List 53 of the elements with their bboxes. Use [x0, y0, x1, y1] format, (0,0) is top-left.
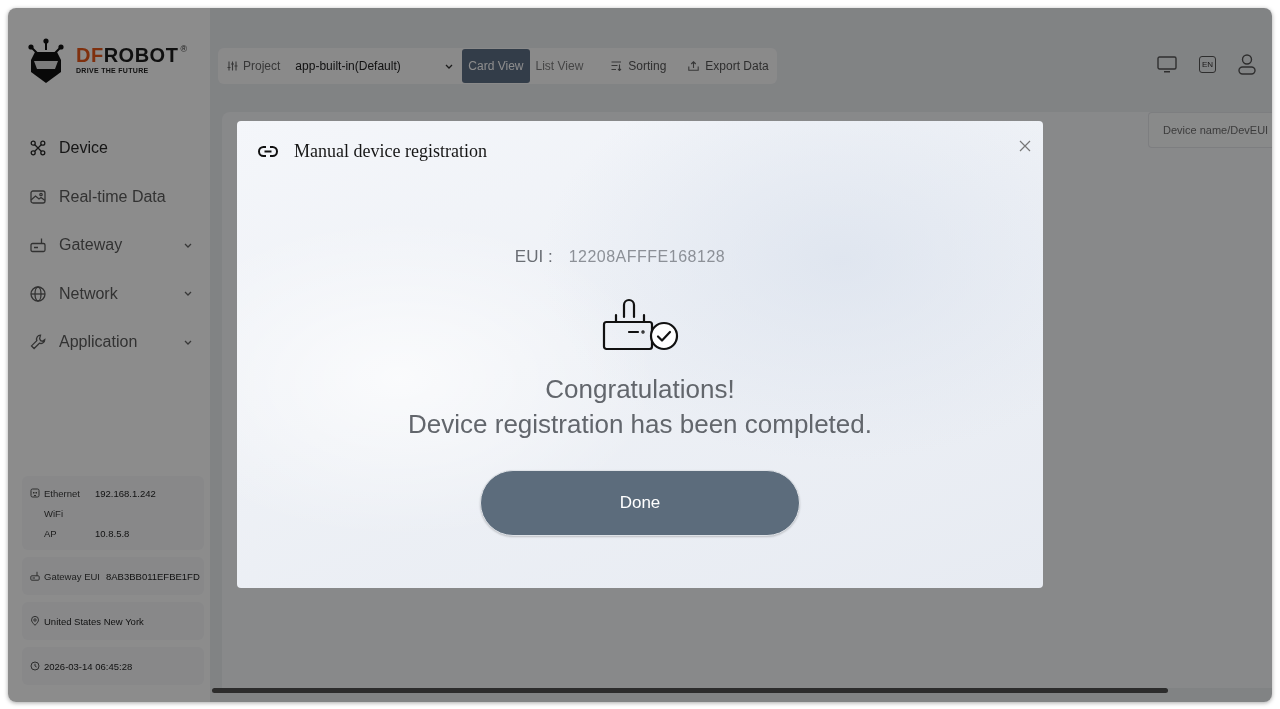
info-value: 8AB3BB011EFBE1FD: [105, 570, 200, 582]
user-icon[interactable]: [1238, 54, 1256, 75]
success-heading: Congratulations!: [545, 373, 735, 406]
picture-icon: [30, 188, 46, 205]
success-message: Device registration has been completed.: [408, 408, 872, 441]
location-pin-icon: [30, 616, 40, 626]
sidebar-item[interactable]: Network: [8, 269, 210, 318]
language-button[interactable]: EN: [1198, 56, 1216, 73]
ethernet-port-icon: [30, 488, 40, 498]
info-label: WiFi: [44, 507, 64, 519]
info-label: AP: [44, 527, 58, 539]
router-icon: [30, 571, 40, 581]
clock-icon: [30, 661, 40, 671]
toolbar-button[interactable]: Export Data: [688, 59, 769, 73]
search-field[interactable]: Device name/DevEUI: [1148, 112, 1272, 148]
info-label: Gateway EUI: [44, 570, 100, 582]
chevron-down-icon: [184, 291, 192, 297]
horizontal-scrollbar[interactable]: [212, 688, 1168, 693]
sidebar-item[interactable]: Real-time Data: [8, 172, 210, 221]
dialog-title: Manual device registration: [294, 140, 487, 163]
globe-icon: [30, 285, 46, 302]
chevron-down-icon: [445, 63, 454, 69]
robot-logo-icon: [28, 38, 64, 84]
chevron-down-icon: [184, 339, 192, 345]
close-icon[interactable]: [1019, 140, 1031, 152]
project-label: Project: [243, 59, 281, 73]
eui-value: 12208AFFFE168128: [568, 248, 726, 266]
sort-icon: [611, 61, 623, 71]
info-label: Ethernet: [44, 487, 81, 499]
export-icon: [688, 61, 700, 71]
router-check-icon: [601, 298, 679, 351]
router-icon: [30, 237, 46, 254]
eui-label: EUI :: [514, 247, 553, 267]
view-tab[interactable]: List View: [529, 49, 590, 83]
wrench-icon: [30, 334, 46, 351]
done-button[interactable]: Done: [480, 470, 800, 536]
link-icon: [258, 146, 278, 157]
info-value: 192.168.1.242: [95, 487, 156, 499]
sidebar-item[interactable]: Device: [8, 124, 210, 173]
monitor-icon[interactable]: [1156, 56, 1177, 73]
view-tab[interactable]: Card View: [462, 49, 530, 83]
project-select[interactable]: app-built-in(Default): [295, 59, 454, 73]
info-value: 10.8.5.8: [95, 527, 130, 539]
brand-name: DFROBOT: [76, 44, 179, 66]
nodes-icon: [30, 140, 46, 157]
datetime-text: 2026-03-14 06:45:28: [44, 660, 133, 672]
sidebar-item[interactable]: Gateway: [8, 221, 210, 270]
sidebar-item[interactable]: Application: [8, 318, 210, 367]
sliders-icon: [227, 61, 238, 71]
toolbar-button[interactable]: Sorting: [611, 59, 667, 73]
chevron-down-icon: [184, 242, 192, 248]
registered-mark: ®: [180, 44, 188, 54]
location-text: United States New York: [44, 615, 144, 627]
